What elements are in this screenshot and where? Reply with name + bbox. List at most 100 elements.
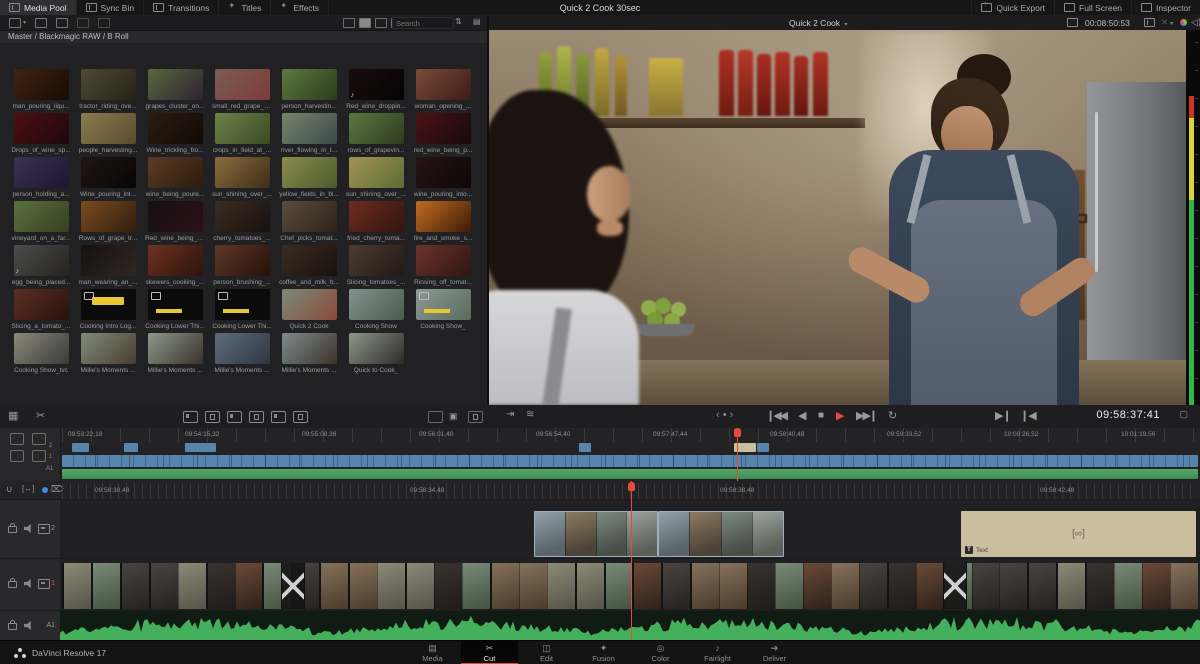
keyframe-icon[interactable] xyxy=(468,411,483,423)
media-clip[interactable]: Wine_trickling_fro... xyxy=(145,113,205,154)
timeline-options-icon[interactable]: ▦ xyxy=(8,409,18,422)
link-clips-icon[interactable] xyxy=(77,17,90,28)
clip-info-icon[interactable]: ▤ xyxy=(473,17,481,26)
media-clip[interactable]: red_wine_being_p... xyxy=(413,113,473,154)
media-clip[interactable]: ♪ egg_being_placed... xyxy=(11,245,71,286)
page-tab-deliver[interactable]: ➔ Deliver xyxy=(746,641,803,664)
detail-playhead[interactable] xyxy=(631,481,632,640)
media-clip[interactable]: man_pouring_liqu... xyxy=(11,69,71,110)
source-overwrite-icon[interactable] xyxy=(293,411,308,423)
media-clip[interactable]: Drops_of_wine_sp... xyxy=(11,113,71,154)
media-clip[interactable]: Millie's Moments ... xyxy=(145,333,205,374)
media-clip[interactable]: fire_and_smoke_s... xyxy=(413,201,473,242)
go-to-start-button[interactable]: ❙◀◀ xyxy=(766,409,788,422)
flag-icon[interactable] xyxy=(42,487,48,493)
bin-list-icon[interactable] xyxy=(9,17,21,28)
media-clip[interactable]: people_harvesting... xyxy=(78,113,138,154)
play-button[interactable]: ▶ xyxy=(836,409,844,422)
overview-playhead-pin[interactable] xyxy=(734,428,741,437)
timeline-clip-selected[interactable] xyxy=(658,511,784,557)
panel-toggle-titles[interactable]: Titles xyxy=(219,0,272,15)
track2-header[interactable]: 2 xyxy=(0,499,61,559)
still-icon[interactable]: ▣ xyxy=(449,411,458,422)
resize-handle-icon[interactable]: ▢ xyxy=(1179,409,1188,420)
audio-icon[interactable]: ◁⟩ xyxy=(1191,17,1200,28)
toggle-quick-export[interactable]: Quick Export xyxy=(971,0,1056,15)
chevron-down-icon[interactable]: ▾ xyxy=(23,19,26,26)
media-clip[interactable]: person_harvestin... xyxy=(279,69,339,110)
panel-toggle-effects[interactable]: Effects xyxy=(271,0,330,15)
search-input[interactable] xyxy=(392,17,454,29)
video-enable-icon[interactable] xyxy=(38,524,50,534)
lock-icon[interactable] xyxy=(8,523,17,533)
tools-toggle-icon[interactable] xyxy=(428,411,443,423)
panel-toggle-sync-bin[interactable]: Sync Bin xyxy=(77,0,145,15)
timeline-clip-selected[interactable] xyxy=(534,511,658,557)
media-clip[interactable]: rows_of_grapevin... xyxy=(346,113,406,154)
media-clip[interactable]: woman_opening_... xyxy=(413,69,473,110)
track2-lane[interactable]: [∞] T Text xyxy=(60,499,1200,559)
page-tab-fairlight[interactable]: ♪ Fairlight xyxy=(689,641,746,664)
page-tab-cut[interactable]: ✂ Cut xyxy=(461,641,518,664)
tools-icon[interactable] xyxy=(1144,18,1155,27)
jog-control[interactable]: ‹ • › xyxy=(716,409,733,421)
sync-clips-icon[interactable] xyxy=(98,17,111,28)
media-clip[interactable]: wine_being_poure... xyxy=(145,157,205,198)
media-clip[interactable]: cherry_tomatoes_... xyxy=(212,201,272,242)
toggle-inspector[interactable]: Inspector xyxy=(1132,0,1200,15)
media-clip[interactable]: person_holding_a... xyxy=(11,157,71,198)
media-clip[interactable]: vineyard_on_a_far... xyxy=(11,201,71,242)
media-clip[interactable]: Millie's Moments ... xyxy=(212,333,272,374)
media-clip[interactable]: Cooking Show xyxy=(346,289,406,330)
transform-icon[interactable]: ✕ ▾ xyxy=(1161,17,1173,28)
import-folder-icon[interactable] xyxy=(56,17,69,28)
mixer-icon[interactable]: ≋ xyxy=(526,409,534,420)
media-clip[interactable]: Quick 2 Cook xyxy=(279,289,339,330)
filmstrip-view-icon[interactable] xyxy=(343,18,355,28)
snap-icon[interactable]: ∪ xyxy=(6,484,13,495)
detail-playhead-pin[interactable] xyxy=(628,482,635,491)
tool-trim-icon[interactable] xyxy=(32,433,46,445)
media-clip[interactable]: Millie's Moments ... xyxy=(279,333,339,374)
media-clip[interactable]: yellow_fields_in_bl... xyxy=(279,157,339,198)
panel-toggle-media-pool[interactable]: Media Pool xyxy=(0,0,77,15)
tool-pointer-icon[interactable] xyxy=(10,433,24,445)
media-clip[interactable]: Cooking Intro Log... xyxy=(78,289,138,330)
audio1-lane[interactable] xyxy=(60,610,1200,641)
media-clip[interactable]: Cooking Show_tvc xyxy=(11,333,71,374)
media-clip[interactable]: small_red_grape_c... xyxy=(212,69,272,110)
page-tab-color[interactable]: ◎ Color xyxy=(632,641,689,664)
sort-icon[interactable]: ⇅ xyxy=(455,17,462,26)
page-tab-media[interactable]: ▤ Media xyxy=(404,641,461,664)
media-clip[interactable]: wine_pouring_into... xyxy=(413,157,473,198)
breadcrumb[interactable]: Master / Blackmagic RAW / B Roll xyxy=(0,31,487,43)
thumbnail-view-icon[interactable] xyxy=(359,18,371,28)
mute-icon[interactable] xyxy=(24,524,31,533)
media-clip[interactable]: man_wearing_an_... xyxy=(78,245,138,286)
media-clip[interactable]: Quick to Cook_ xyxy=(346,333,406,374)
loop-button[interactable]: ↻ xyxy=(888,409,897,422)
media-clip[interactable]: tractor_riding_ove... xyxy=(78,69,138,110)
media-clip[interactable]: Cooking Lower Thi... xyxy=(212,289,272,330)
ripple-overwrite-icon[interactable] xyxy=(227,411,242,423)
media-clip[interactable]: sun_shining_over_... xyxy=(212,157,272,198)
toggle-full-screen[interactable]: Full Screen xyxy=(1055,0,1133,15)
tool-slip-icon[interactable] xyxy=(32,450,46,462)
media-clip[interactable]: crops_in_field_at_... xyxy=(212,113,272,154)
import-media-icon[interactable] xyxy=(35,17,48,28)
media-clip[interactable]: Cooking Show_ xyxy=(413,289,473,330)
media-clip[interactable]: Cooking Lower Thi... xyxy=(145,289,205,330)
media-clip[interactable]: coffee_and_milk_b... xyxy=(279,245,339,286)
tool-roll-icon[interactable] xyxy=(10,450,24,462)
page-tab-edit[interactable]: ◫ Edit xyxy=(518,641,575,664)
track1-header[interactable]: 1 xyxy=(0,558,61,611)
media-clip[interactable]: Red_wine_being_p... xyxy=(145,201,205,242)
mute-icon[interactable] xyxy=(24,621,31,630)
timeline-selector[interactable]: Quick 2 Cook ▾ xyxy=(789,18,847,28)
cross-dissolve-transition[interactable] xyxy=(281,563,305,609)
smart-insert-icon[interactable] xyxy=(183,411,198,423)
media-clip[interactable]: Slicing_a_tomato_... xyxy=(11,289,71,330)
play-to-out-button[interactable]: ▶❙ xyxy=(995,409,1012,422)
marker-range-icon[interactable]: [↔] xyxy=(22,484,34,493)
sync-indicator-icon[interactable]: ⇥ xyxy=(506,409,514,420)
